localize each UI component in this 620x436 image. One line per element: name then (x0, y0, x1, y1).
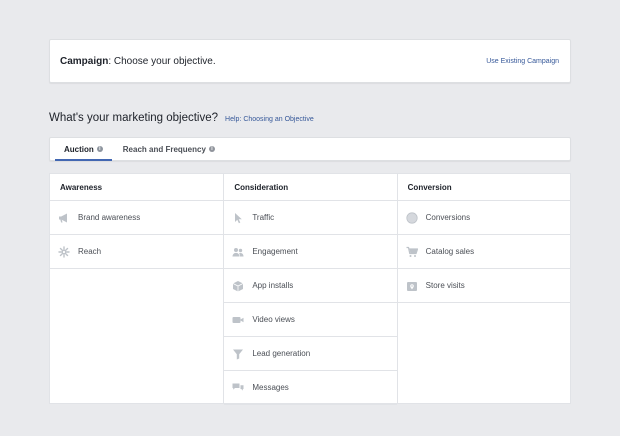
people-icon (231, 245, 245, 259)
objective-label: App installs (252, 281, 294, 290)
box-icon (231, 279, 245, 293)
asterisk-icon (57, 245, 71, 259)
campaign-title: Campaign: Choose your objective. (60, 56, 216, 67)
objective-label: Catalog sales (425, 247, 475, 256)
objective-engagement[interactable]: Engagement (224, 235, 397, 269)
use-existing-campaign-link[interactable]: Use Existing Campaign (486, 58, 559, 65)
objective-label: Traffic (252, 213, 275, 222)
help-choosing-objective-link[interactable]: Help: Choosing an Objective (225, 116, 314, 123)
chat-bubbles-icon (231, 381, 245, 395)
column-awareness: Awareness Brand awareness Reach (50, 174, 224, 403)
cursor-icon (231, 211, 245, 225)
campaign-header: Campaign: Choose your objective. Use Exi… (49, 39, 571, 83)
objective-conversions[interactable]: Conversions (397, 201, 570, 235)
objective-label: Engagement (252, 247, 298, 256)
page: Campaign: Choose your objective. Use Exi… (0, 0, 620, 436)
funnel-icon (231, 347, 245, 361)
objective-label: Store visits (425, 281, 465, 290)
store-icon (405, 279, 419, 293)
objectives-table: Awareness Brand awareness Reach Consider… (49, 173, 571, 405)
info-icon[interactable]: i (208, 146, 215, 152)
objective-label: Conversions (425, 213, 471, 222)
objective-lead-generation[interactable]: Lead generation (224, 337, 397, 371)
column-consideration: Consideration Traffic Engagement App ins… (223, 174, 397, 405)
objective-title: What's your marketing objective? (49, 112, 219, 124)
objective-label: Brand awareness (78, 213, 141, 222)
objective-messages[interactable]: Messages (224, 371, 397, 405)
objective-store-visits[interactable]: Store visits (397, 269, 570, 303)
tab-auction[interactable]: Auction i (55, 138, 112, 161)
tab-reach-and-frequency[interactable]: Reach and Frequency i (114, 138, 224, 160)
objective-label: Messages (252, 383, 289, 392)
campaign-prompt: : Choose your objective. (108, 55, 216, 67)
objective-label: Video views (252, 315, 295, 324)
column-conversion: Conversion Conversions Catalog sales Sto… (396, 174, 570, 403)
objective-label: Lead generation (252, 349, 311, 358)
objective-label: Reach (78, 247, 102, 256)
objective-heading: What's your marketing objective? Help: C… (49, 112, 314, 124)
column-heading-conversion: Conversion (397, 174, 570, 201)
info-icon[interactable]: i (96, 146, 103, 152)
tab-reach-and-frequency-label: Reach and Frequency (122, 144, 206, 154)
objective-app-installs[interactable]: App installs (224, 269, 397, 303)
video-camera-icon (231, 313, 245, 327)
megaphone-icon (57, 211, 71, 225)
objective-reach[interactable]: Reach (50, 235, 224, 269)
tab-auction-label: Auction (64, 144, 94, 154)
campaign-label: Campaign (60, 55, 109, 67)
objective-brand-awareness[interactable]: Brand awareness (50, 201, 224, 235)
shopping-cart-icon (405, 245, 419, 259)
objective-traffic[interactable]: Traffic (224, 201, 397, 235)
globe-icon (405, 211, 419, 225)
objective-catalog-sales[interactable]: Catalog sales (397, 235, 570, 269)
column-heading-consideration: Consideration (224, 174, 397, 201)
buying-type-tabs: Auction i Reach and Frequency i (49, 137, 571, 161)
column-heading-awareness: Awareness (50, 174, 224, 201)
objective-video-views[interactable]: Video views (224, 303, 397, 337)
